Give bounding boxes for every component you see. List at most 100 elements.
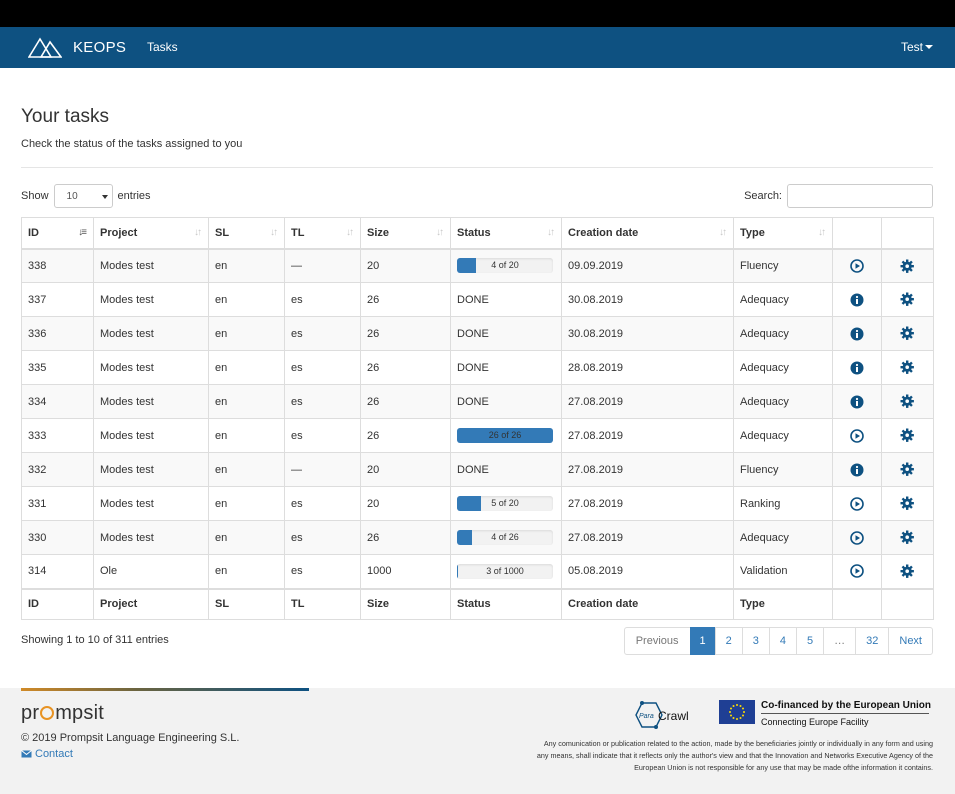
- sort-icon: ↓↑: [547, 227, 555, 238]
- col-header-size[interactable]: Size ↓↑: [360, 217, 451, 250]
- cell-size: 20: [360, 248, 451, 283]
- cell-settings: [881, 486, 934, 521]
- search-control: Search:: [744, 184, 933, 208]
- cell-action: [832, 520, 882, 555]
- pagination-page-32[interactable]: 32: [855, 627, 890, 655]
- cell-size: 1000: [360, 554, 451, 589]
- pagination-ellipsis: …: [823, 627, 857, 655]
- svg-text:Crawl: Crawl: [658, 709, 689, 723]
- select-caret-icon: [101, 195, 108, 199]
- progress-label: 4 of 20: [491, 260, 519, 271]
- contact-link[interactable]: Contact: [21, 748, 73, 760]
- table-row: 338 Modes test en —20 4 of 20 09.09.2019 Fluen…: [21, 248, 934, 283]
- search-label: Search:: [744, 190, 782, 202]
- footer-header-tl: TL: [284, 587, 361, 620]
- cell-sl: en: [208, 384, 285, 419]
- cell-project: Ole: [93, 554, 209, 589]
- cell-status: 26 of 26: [450, 418, 562, 453]
- play-icon[interactable]: [850, 564, 864, 579]
- cell-sl: en: [208, 418, 285, 453]
- pagination-page-2[interactable]: 2: [714, 627, 743, 655]
- page-length-select[interactable]: 10: [53, 184, 113, 208]
- progress-label: 26 of 26: [488, 430, 522, 440]
- cell-creation-date: 27.08.2019: [561, 486, 734, 521]
- footer-header-project: Project: [93, 587, 209, 620]
- info-icon[interactable]: [850, 327, 864, 341]
- brand[interactable]: KEOPS: [28, 35, 126, 59]
- col-header-tl[interactable]: TL ↓↑: [284, 217, 361, 250]
- pagination-page-5[interactable]: 5: [796, 627, 825, 655]
- play-icon[interactable]: [850, 428, 864, 443]
- cell-size: 26: [360, 520, 451, 555]
- cell-status: DONE: [450, 452, 562, 487]
- page-subtitle: Check the status of the tasks assigned t…: [21, 138, 243, 150]
- nav-tasks-link[interactable]: Tasks: [147, 40, 178, 54]
- sort-icon: ↓↑: [719, 227, 727, 238]
- cell-sl: en: [208, 316, 285, 351]
- gear-icon[interactable]: [900, 530, 915, 545]
- pagination: Previous 1 2 3 4 5 … 32 Next: [623, 627, 933, 655]
- gear-icon[interactable]: [900, 428, 915, 443]
- eu-funding-logo: Co-financed by the European Union Connec…: [719, 700, 931, 727]
- cell-id: 338: [21, 248, 94, 283]
- cell-size: 26: [360, 350, 451, 385]
- cell-creation-date: 30.08.2019: [561, 316, 734, 351]
- col-header-label: SL: [215, 226, 230, 239]
- col-header-id[interactable]: ID ↓≡: [21, 217, 94, 250]
- brand-name: KEOPS: [73, 38, 127, 56]
- table-row: 314 Ole en es 1000 3 of 1000 05.08.2019 Validat…: [21, 554, 934, 589]
- table-header-row: ID ↓≡ Project ↓↑ SL ↓↑ TL ↓↑ Size ↓↑ Status ↓↑…: [21, 217, 934, 250]
- info-icon[interactable]: [850, 395, 864, 409]
- col-header-type[interactable]: Type ↓↑: [733, 217, 833, 250]
- pagination-page-4[interactable]: 4: [768, 627, 797, 655]
- pagination-previous[interactable]: Previous: [623, 627, 691, 655]
- play-icon[interactable]: [850, 258, 864, 273]
- col-header-sl[interactable]: SL ↓↑: [208, 217, 285, 250]
- cell-type: Adequacy: [733, 418, 833, 453]
- cell-size: 26: [360, 282, 451, 317]
- col-header-action: [832, 217, 882, 250]
- pagination-next[interactable]: Next: [888, 627, 933, 655]
- progress-bar: 3 of 1000: [457, 563, 553, 579]
- cell-id: 334: [21, 384, 94, 419]
- entries-label: entries: [117, 190, 151, 202]
- cell-tl: es: [284, 554, 361, 589]
- eu-cef-text: Connecting Europe Facility: [761, 717, 869, 727]
- cell-size: 20: [360, 452, 451, 487]
- gear-icon[interactable]: [900, 394, 915, 409]
- info-icon[interactable]: [850, 463, 864, 477]
- cell-project: Modes test: [93, 520, 209, 555]
- col-header-status[interactable]: Status ↓↑: [450, 217, 562, 250]
- play-icon[interactable]: [850, 530, 864, 545]
- cell-tl: es: [284, 350, 361, 385]
- sort-icon: ↓↑: [194, 227, 202, 238]
- col-header-creation-date[interactable]: Creation date ↓↑: [561, 217, 734, 250]
- search-input[interactable]: [787, 184, 933, 208]
- footer-header-size: Size: [360, 587, 451, 620]
- cell-sl: en: [208, 554, 285, 589]
- gear-icon[interactable]: [900, 462, 915, 477]
- info-icon[interactable]: [850, 361, 864, 375]
- info-icon[interactable]: [850, 293, 864, 307]
- cell-type: Adequacy: [733, 350, 833, 385]
- col-header-label: Creation date: [568, 226, 639, 239]
- progress-label: 3 of 1000: [486, 565, 524, 576]
- caret-down-icon: [925, 45, 933, 49]
- play-icon[interactable]: [850, 496, 864, 511]
- gear-icon[interactable]: [900, 326, 915, 341]
- cell-sl: en: [208, 282, 285, 317]
- sort-icon: ↓↑: [818, 227, 826, 238]
- cell-action: [832, 554, 882, 589]
- gear-icon[interactable]: [900, 259, 915, 273]
- gear-icon[interactable]: [900, 360, 915, 375]
- cell-sl: en: [208, 520, 285, 555]
- col-header-project[interactable]: Project ↓↑: [93, 217, 209, 250]
- gear-icon[interactable]: [900, 292, 915, 307]
- table-row: 336 Modes test en es 26 DONE 30.08.2019 Adequac…: [21, 316, 934, 351]
- cell-project: Modes test: [93, 350, 209, 385]
- user-menu[interactable]: Test: [901, 40, 933, 54]
- gear-icon[interactable]: [900, 496, 915, 511]
- gear-icon[interactable]: [900, 564, 915, 578]
- pagination-page-1[interactable]: 1: [689, 627, 716, 655]
- pagination-page-3[interactable]: 3: [741, 627, 770, 655]
